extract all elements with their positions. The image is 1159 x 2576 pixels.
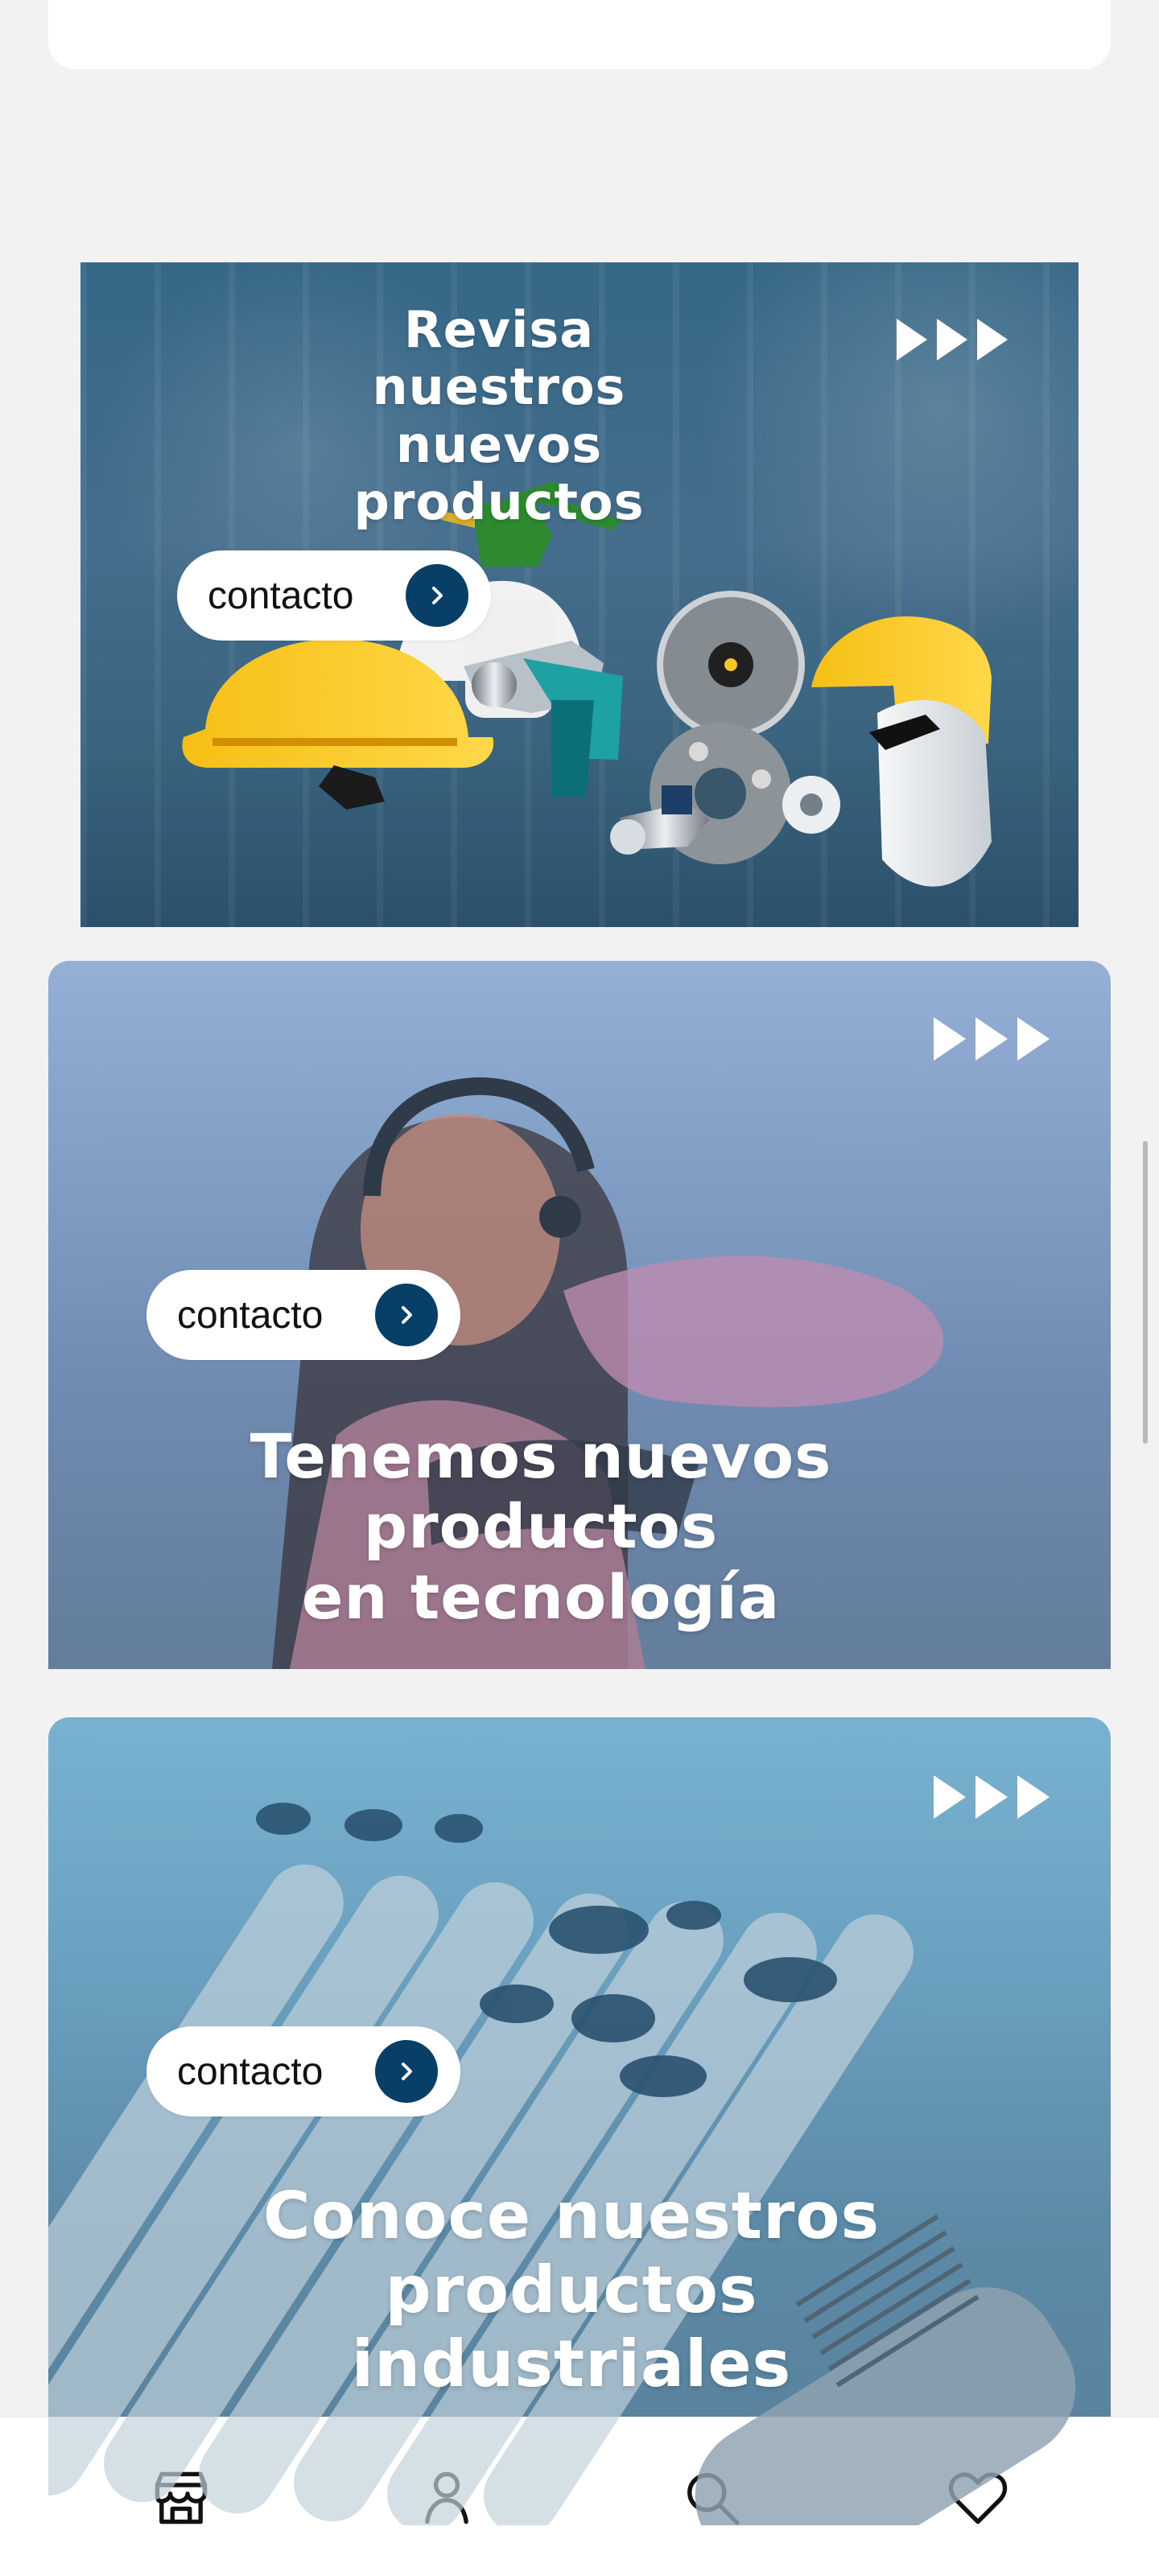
chevron-right-icon bbox=[375, 1284, 438, 1346]
chevron-right-icon bbox=[406, 564, 468, 627]
banner-title: Conoce nuestros productos industriales bbox=[185, 2179, 958, 2401]
contact-button-label: contacto bbox=[177, 2050, 324, 2093]
banner-title-line-1: Tenemos nuevos productos bbox=[250, 1420, 832, 1563]
contact-button[interactable]: contacto bbox=[146, 2026, 460, 2116]
banner-title-line-1: Conoce nuestros bbox=[262, 2178, 881, 2253]
contact-button[interactable]: contacto bbox=[177, 550, 491, 641]
banner-title-line-2: productos industriales bbox=[351, 2252, 792, 2401]
triple-arrow-icon bbox=[934, 1775, 1050, 1819]
contact-button[interactable]: contacto bbox=[146, 1270, 460, 1360]
top-card bbox=[48, 0, 1111, 69]
banner-title: Tenemos nuevos productos en tecnología bbox=[114, 1421, 967, 1632]
banner-title-line-1: Revisa nuestros bbox=[372, 300, 626, 417]
triple-arrow-icon bbox=[897, 319, 1008, 361]
contact-button-label: contacto bbox=[177, 1293, 324, 1337]
technology-banner[interactable]: contacto Tenemos nuevos productos en tec… bbox=[48, 961, 1111, 1669]
new-products-banner[interactable]: Revisa nuestros nuevos productos contact… bbox=[80, 262, 1079, 927]
triple-arrow-icon bbox=[934, 1017, 1050, 1061]
industrial-products-banner[interactable]: contacto Conoce nuestros productos indus… bbox=[48, 1717, 1111, 2525]
chevron-right-icon bbox=[375, 2040, 438, 2103]
banner-title-line-2: nuevos productos bbox=[353, 414, 645, 531]
vertical-scrollbar[interactable] bbox=[1143, 1141, 1148, 1444]
contact-button-label: contacto bbox=[208, 574, 354, 617]
banner-title: Revisa nuestros nuevos productos bbox=[282, 301, 716, 530]
banner-title-line-2: en tecnología bbox=[301, 1560, 781, 1633]
steel-pipes-image bbox=[48, 1803, 1076, 2525]
